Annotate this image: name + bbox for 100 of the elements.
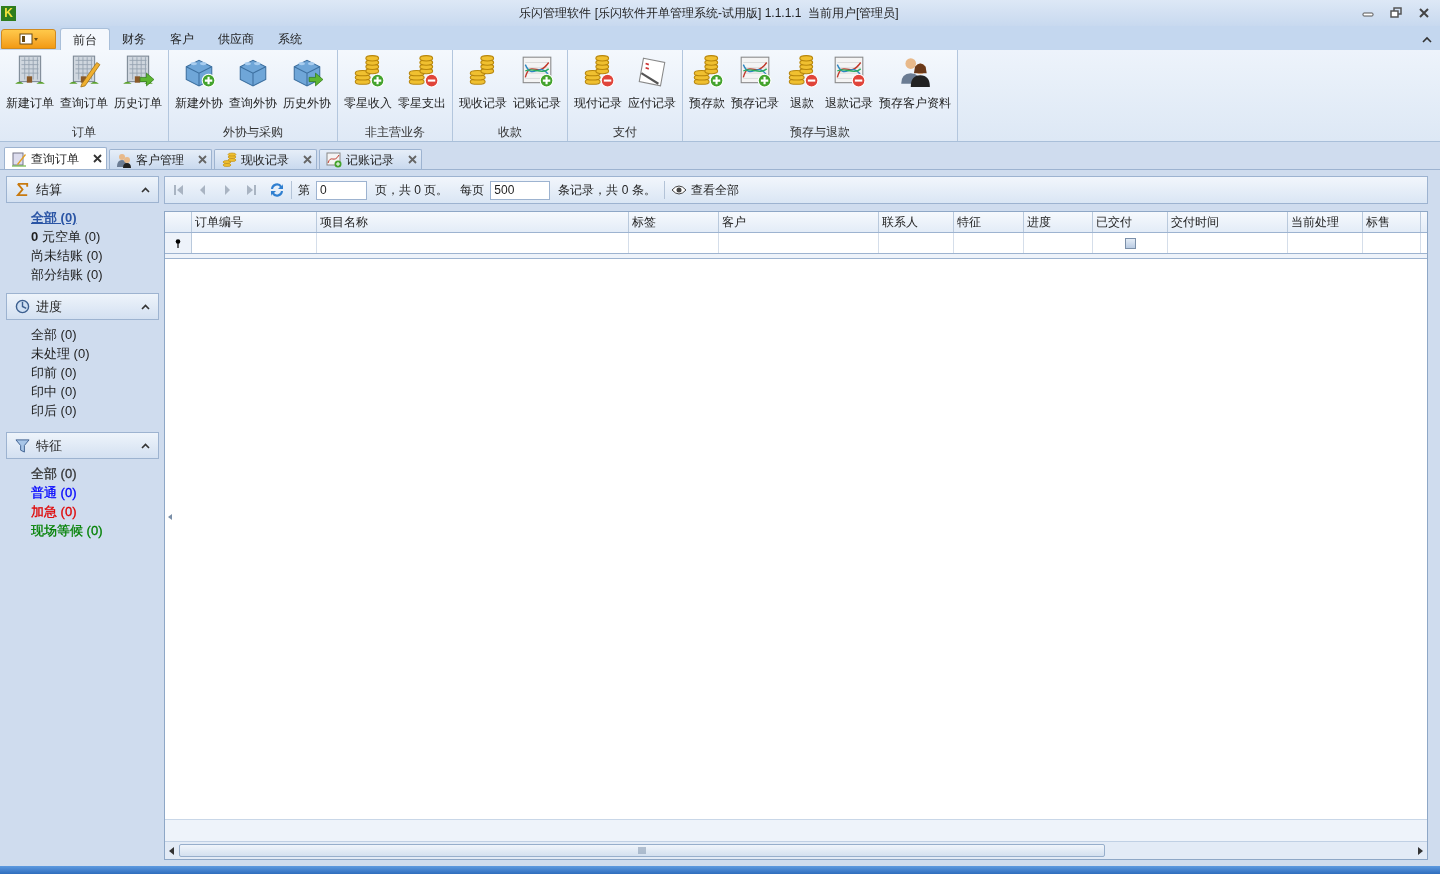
ribbon-group-label: 非主营业务 [365,124,425,141]
filter-link[interactable]: 印中 (0) [31,382,77,401]
filter-link[interactable]: 全部 (0) [31,464,77,483]
refresh-icon[interactable] [269,182,285,198]
document-tab[interactable]: 现收记录 [214,149,317,169]
filter-link[interactable]: 全部 (0) [31,325,77,344]
tab-label[interactable]: 现收记录 [241,150,289,169]
column-header[interactable]: 项目名称 [317,212,629,232]
tab-label[interactable]: 记账记录 [346,150,394,169]
ribbon-group-label: 支付 [613,124,637,141]
column-header[interactable]: 订单编号 [192,212,317,232]
ribbon-button[interactable]: 新建外协 [172,53,226,112]
ribbon-button[interactable]: 退款 [782,53,822,112]
filter-link[interactable]: 加急 (0) [31,502,77,521]
column-header[interactable]: 标售 [1363,212,1421,232]
document-tab[interactable]: 查询订单 [4,147,107,169]
column-header[interactable]: 客户 [719,212,879,232]
close-icon[interactable] [93,154,102,163]
section-header[interactable]: 结算 [6,176,159,203]
ribbon-button[interactable]: 预存款 [686,53,728,112]
ribbon-button[interactable]: 零星收入 [341,53,395,112]
ribbon-button[interactable]: 现付记录 [571,53,625,112]
filter-icon [15,438,30,453]
horizontal-scrollbar[interactable] [165,841,1427,859]
number-field[interactable]: 0 [316,180,367,200]
chart-minus-icon [832,54,866,88]
ribbon-tab[interactable]: 客户 [158,28,206,50]
people-icon [116,151,132,168]
window-title: 乐闪管理软件 [乐闪软件开单管理系统-试用版] 1.1.1.1 当前用户[管理员] [519,5,899,22]
ribbon-button[interactable]: 记账记录 [510,53,564,112]
building-arrow-icon [121,54,155,88]
ribbon-tab[interactable]: 前台 [60,28,110,50]
number-field[interactable]: 500 [490,180,551,200]
coin-stack-icon [221,151,237,168]
document-pencil-icon [11,150,27,167]
column-header[interactable]: 特征 [954,212,1024,232]
ribbon-button[interactable]: 应付记录 [625,53,679,112]
collapse-ribbon-icon[interactable] [1422,36,1432,43]
record-count-text: 条记录，共 0 条。 [558,182,656,199]
ribbon-button[interactable]: 查询订单 [57,53,111,112]
ribbon-tab[interactable]: 系统 [266,28,314,50]
document-tab[interactable]: 客户管理 [109,149,212,169]
page-count-text: 页，共 0 页。 [375,182,449,199]
filter-link[interactable]: 印前 (0) [31,363,77,382]
ribbon-button[interactable]: 预存记录 [728,53,782,112]
column-header[interactable]: 标签 [629,212,719,232]
ribbon-button[interactable]: 查询外协 [226,53,280,112]
app-menu-button[interactable] [1,29,56,49]
ribbon-button[interactable]: 历史订单 [111,53,165,112]
ribbon-button[interactable]: 预存客户资料 [876,53,954,112]
per-page-label: 每页 [460,182,485,199]
column-header[interactable]: 已交付 [1093,212,1168,232]
app-logo: K [1,5,16,21]
ribbon-group-label: 外协与采购 [223,124,283,141]
column-header[interactable]: 交付时间 [1168,212,1288,232]
collapse-icon[interactable] [141,442,150,449]
section-title: 结算 [36,180,63,199]
page-label: 第 [298,182,310,199]
ribbon-button[interactable]: 历史外协 [280,53,334,112]
building-pencil-icon [67,54,101,88]
filter-link[interactable]: 普通 (0) [31,483,77,502]
ribbon-group-label: 预存与退款 [790,124,850,141]
scroll-right-icon [1417,846,1423,855]
ribbon-button[interactable]: 零星支出 [395,53,449,112]
filter-link[interactable]: 未处理 (0) [31,344,90,363]
filter-link[interactable]: 印后 (0) [31,401,77,420]
ribbon-group-label: 订单 [72,124,96,141]
ribbon-button[interactable]: 现收记录 [456,53,510,112]
ribbon-group-label: 收款 [498,124,522,141]
column-header[interactable]: 联系人 [879,212,954,232]
tab-label[interactable]: 客户管理 [136,150,184,169]
chart-plus-icon [738,54,772,88]
filter-link[interactable]: 全部 (0) [31,208,77,227]
eye-icon [670,185,687,195]
collapse-icon[interactable] [141,303,150,310]
view-all-button[interactable]: 查看全部 [670,181,739,199]
filter-link[interactable]: 现场等候 (0) [31,521,103,540]
ribbon-tab[interactable]: 财务 [110,28,158,50]
column-header[interactable]: 进度 [1024,212,1093,232]
section-title: 特征 [36,436,63,455]
filter-link[interactable]: 尚未结账 (0) [31,246,103,265]
filter-link[interactable]: 0 元空单 (0) [31,227,101,246]
close-icon[interactable] [1418,7,1430,19]
filter-checkbox[interactable] [1124,237,1136,249]
column-header[interactable]: 当前处理 [1288,212,1363,232]
section-header[interactable]: 进度 [6,293,159,320]
ribbon-button[interactable]: 新建订单 [3,53,57,112]
section-header[interactable]: 特征 [6,432,159,459]
document-tab[interactable]: 记账记录 [319,149,422,169]
tab-label[interactable]: 查询订单 [31,149,79,168]
section-title: 进度 [36,297,63,316]
clock-icon [15,299,30,314]
restore-icon[interactable] [1390,7,1402,19]
ribbon-tab[interactable]: 供应商 [206,28,266,50]
grip-icon[interactable] [638,847,646,854]
splitter-arrow-icon[interactable] [168,514,172,520]
filter-row-icon [175,238,181,248]
filter-link[interactable]: 部分结账 (0) [31,265,103,284]
ribbon-button[interactable]: 退款记录 [822,53,876,112]
collapse-icon[interactable] [141,186,150,193]
